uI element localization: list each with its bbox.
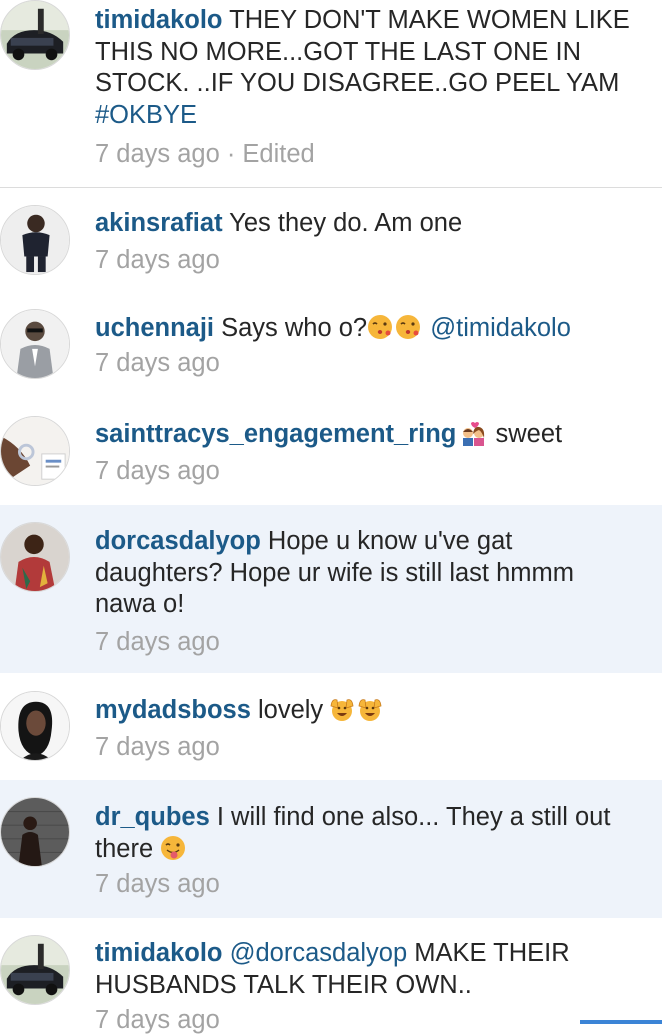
comment-timestamp: 7 days ago xyxy=(95,733,220,761)
comment-item: dr_qubes I will find one also... They a … xyxy=(0,780,662,918)
kissing-wink-emoji xyxy=(368,315,393,339)
comment-timestamp: 7 days ago xyxy=(95,870,220,898)
scroll-indicator[interactable] xyxy=(580,1020,662,1024)
tongue-wink-emoji xyxy=(161,835,186,860)
comment-timestamp: 7 days ago xyxy=(95,1006,220,1034)
comment-username[interactable]: uchennaji xyxy=(95,314,214,342)
comment-item: sainttracys_engagement_ring sweet 7 days… xyxy=(0,397,662,505)
hashtag-link[interactable]: #OKBYE xyxy=(95,101,197,129)
comment-body: sweet xyxy=(488,420,563,448)
suited-man-avatar xyxy=(1,310,69,378)
person-photo-avatar xyxy=(1,206,69,274)
comment-username[interactable]: timidakolo xyxy=(95,939,223,967)
mention-link[interactable]: @dorcasdalyop xyxy=(230,939,408,967)
comment-body: Says who o? xyxy=(214,314,368,342)
comment-timestamp: 7 days ago xyxy=(95,246,220,274)
raised-hands-emoji xyxy=(358,699,382,721)
comment-timestamp: 7 days ago xyxy=(95,349,220,377)
comment-username[interactable]: timidakolo xyxy=(95,6,223,34)
car-photo-avatar xyxy=(1,936,69,1004)
avatar[interactable] xyxy=(0,416,70,486)
comment-text: dr_qubes I will find one also... They a … xyxy=(95,802,638,865)
car-photo-avatar xyxy=(1,1,69,69)
comment-text: uchennaji Says who o? @timidakolo xyxy=(95,313,638,345)
comment-username[interactable]: akinsrafiat xyxy=(95,209,223,237)
comment-body: lovely xyxy=(250,696,324,724)
avatar[interactable] xyxy=(0,205,70,275)
woman-photo-avatar xyxy=(1,523,69,591)
comment-item: uchennaji Says who o? @timidakolo 7 days… xyxy=(0,291,662,397)
avatar[interactable] xyxy=(0,0,70,70)
comment-meta: 7 days ago · Edited xyxy=(95,140,315,169)
comment-timestamp: 7 days ago xyxy=(95,628,220,656)
comment-item: timidakolo @dorcasdalyop MAKE THEIR HUSB… xyxy=(0,918,662,1034)
comment-body: Yes they do. Am one xyxy=(222,209,463,237)
comment-username[interactable]: mydadsboss xyxy=(95,696,251,724)
comment-username[interactable]: dorcasdalyop xyxy=(95,527,261,555)
mention-link[interactable]: @timidakolo xyxy=(430,314,571,342)
edited-label: · Edited xyxy=(219,140,315,168)
woman-portrait-avatar xyxy=(1,692,69,760)
man-wall-avatar xyxy=(1,798,69,866)
raised-hands-emoji xyxy=(330,699,354,721)
comment-text: mydadsboss lovely xyxy=(95,695,638,727)
comment-item: dorcasdalyop Hope u know u've gat daught… xyxy=(0,505,662,673)
avatar[interactable] xyxy=(0,309,70,379)
kissing-wink-emoji xyxy=(396,315,421,339)
comment-username[interactable]: dr_qubes xyxy=(95,803,210,831)
comment-item: mydadsboss lovely 7 days ago xyxy=(0,673,662,780)
comment-text: dorcasdalyop Hope u know u've gat daught… xyxy=(95,526,638,621)
comment-text: sainttracys_engagement_ring sweet xyxy=(95,419,638,451)
comment-text: timidakolo @dorcasdalyop MAKE THEIR HUSB… xyxy=(95,938,638,1001)
comment-timestamp: 7 days ago xyxy=(95,457,220,485)
avatar[interactable] xyxy=(0,797,70,867)
couple-with-heart-emoji xyxy=(463,422,485,446)
comment-item: akinsrafiat Yes they do. Am one 7 days a… xyxy=(0,188,662,291)
avatar[interactable] xyxy=(0,522,70,592)
ring-hand-avatar xyxy=(1,417,69,485)
avatar[interactable] xyxy=(0,691,70,761)
comment-text: akinsrafiat Yes they do. Am one xyxy=(95,208,638,240)
comment-text: timidakolo THEY DON'T MAKE WOMEN LIKE TH… xyxy=(95,5,638,131)
caption-comment: timidakolo THEY DON'T MAKE WOMEN LIKE TH… xyxy=(0,0,662,187)
avatar[interactable] xyxy=(0,935,70,1005)
comment-timestamp: 7 days ago xyxy=(95,140,220,168)
comment-username[interactable]: sainttracys_engagement_ring xyxy=(95,420,456,448)
